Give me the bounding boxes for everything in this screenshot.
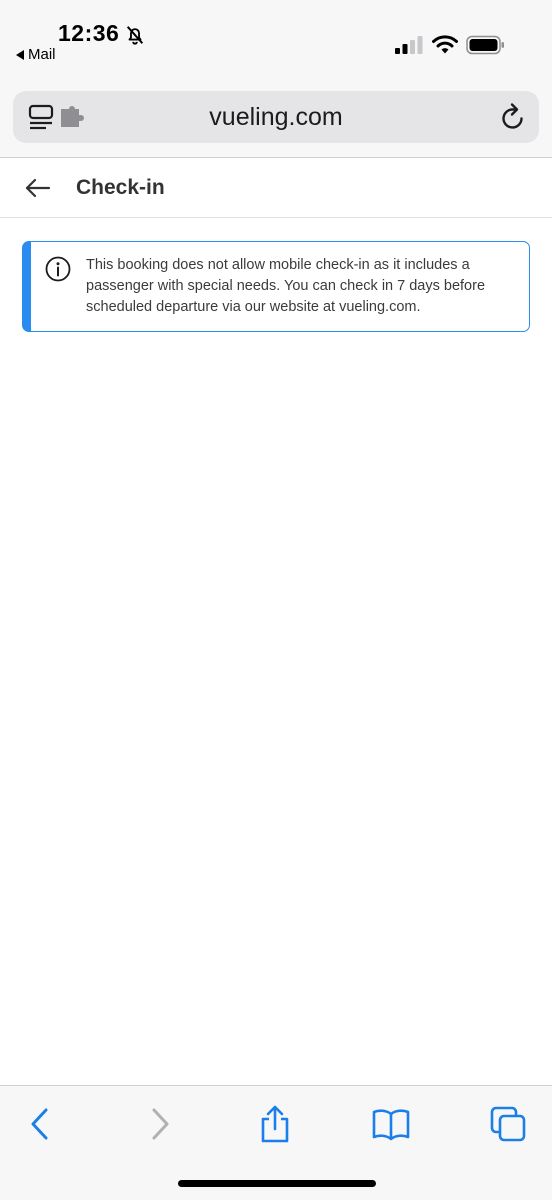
page-title: Check-in [76, 176, 165, 199]
back-button[interactable] [20, 1104, 60, 1144]
info-alert: This booking does not allow mobile check… [22, 241, 530, 332]
alert-message: This booking does not allow mobile check… [86, 257, 486, 315]
reload-icon[interactable] [499, 102, 527, 132]
info-icon [45, 256, 71, 282]
tabs-button[interactable] [488, 1104, 528, 1144]
forward-button[interactable] [140, 1104, 180, 1144]
share-icon [261, 1105, 289, 1143]
book-icon [372, 1109, 410, 1141]
chevron-right-icon [152, 1108, 169, 1140]
browser-top-chrome: 12:36 Mail vueling.com [0, 0, 552, 158]
bell-slash-icon [126, 26, 144, 45]
address-bar[interactable]: vueling.com [13, 91, 539, 143]
bookmarks-button[interactable] [371, 1104, 411, 1144]
home-indicator[interactable] [178, 1180, 376, 1187]
battery-icon [466, 35, 504, 55]
chevron-left-icon [31, 1108, 48, 1140]
tabs-icon [490, 1106, 526, 1142]
clock: 12:36 [58, 20, 120, 46]
url-text[interactable]: vueling.com [13, 103, 539, 132]
back-triangle-icon [16, 49, 24, 60]
page-header: Check-in [0, 158, 552, 218]
wifi-icon [432, 35, 458, 54]
back-to-app-link[interactable]: Mail [16, 46, 56, 63]
status-bar: 12:36 Mail [0, 0, 552, 80]
back-app-label: Mail [28, 46, 56, 63]
back-arrow-icon[interactable] [24, 176, 52, 200]
share-button[interactable] [255, 1104, 295, 1144]
signal-icon [395, 36, 423, 54]
